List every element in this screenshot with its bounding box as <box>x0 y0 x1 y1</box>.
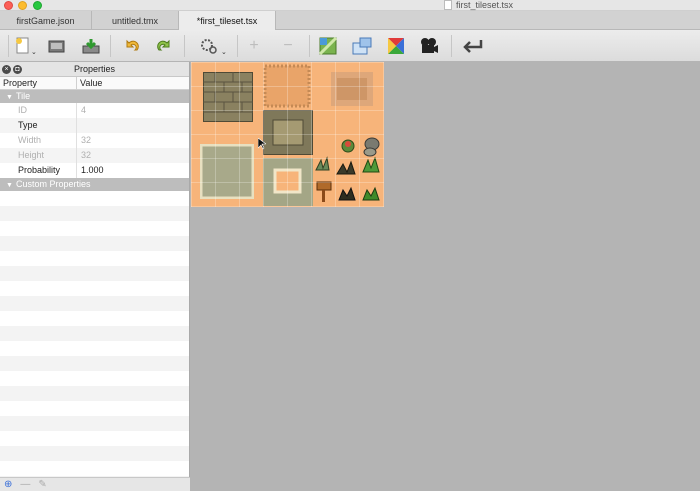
properties-column-headers: Property Value <box>0 77 189 90</box>
toolbar-separator <box>309 35 310 57</box>
toolbar-separator <box>110 35 111 57</box>
new-document-icon[interactable] <box>13 36 33 56</box>
edit-wang-sets-icon[interactable] <box>386 36 406 56</box>
edit-collision-icon[interactable] <box>352 36 372 56</box>
properties-panel-footer: ⊕ — ✎ <box>0 477 190 491</box>
toolbar: ⌄ ⌄ + − <box>0 30 700 62</box>
tile-group-label: Tile <box>16 91 31 101</box>
document-icon <box>444 0 452 10</box>
value-column-header[interactable]: Value <box>77 77 102 90</box>
custom-properties-list[interactable] <box>0 191 189 481</box>
tab-bar: firstGame.json untitled.tmx *first_tiles… <box>0 11 700 30</box>
tab-first-tileset-tsx[interactable]: *first_tileset.tsx <box>179 11 276 30</box>
window-title-text: first_tileset.tsx <box>456 0 514 10</box>
toolbar-separator <box>184 35 185 57</box>
save-icon[interactable] <box>81 36 101 56</box>
property-key: ID <box>0 103 77 118</box>
new-dropdown-icon[interactable]: ⌄ <box>31 48 37 56</box>
add-tiles-icon[interactable]: + <box>244 36 264 56</box>
property-row-width[interactable]: Width 32 <box>0 133 189 148</box>
open-icon[interactable] <box>47 36 67 56</box>
property-key: Width <box>0 133 77 148</box>
edit-terrain-icon[interactable] <box>318 36 338 56</box>
property-value: 32 <box>81 135 92 145</box>
toolbar-separator <box>8 35 9 57</box>
property-key: Height <box>0 148 77 163</box>
custom-properties-group-header[interactable]: ▼ Custom Properties <box>0 178 189 191</box>
tileset-view[interactable] <box>191 62 384 207</box>
tileset-properties-dropdown-icon[interactable]: ⌄ <box>221 48 227 56</box>
tab-firstgame-json[interactable]: firstGame.json <box>0 11 92 30</box>
remove-tiles-icon[interactable]: − <box>278 36 298 56</box>
zoom-window-button[interactable] <box>33 1 42 10</box>
close-window-button[interactable] <box>4 1 13 10</box>
animation-editor-icon[interactable] <box>419 36 439 56</box>
redo-icon[interactable] <box>154 36 174 56</box>
properties-panel: × ◘ Properties Property Value ▼ Tile ID 4… <box>0 62 190 491</box>
tile-grid <box>191 62 384 207</box>
property-row-height[interactable]: Height 32 <box>0 148 189 163</box>
remove-property-icon[interactable]: — <box>20 479 30 490</box>
add-property-icon[interactable]: ⊕ <box>4 479 12 490</box>
rename-property-icon[interactable]: ✎ <box>38 479 46 490</box>
toolbar-separator <box>451 35 452 57</box>
property-row-id[interactable]: ID 4 <box>0 103 189 118</box>
property-value-field[interactable]: 1.000 <box>77 163 189 178</box>
properties-panel-header: × ◘ Properties <box>0 62 189 77</box>
dynamic-wrapping-icon[interactable] <box>460 36 486 56</box>
tab-bar-empty-space <box>276 11 700 29</box>
property-value-field[interactable] <box>77 118 189 133</box>
toolbar-separator <box>237 35 238 57</box>
property-column-header[interactable]: Property <box>0 77 77 90</box>
title-bar: first_tileset.tsx <box>0 0 700 11</box>
property-row-type[interactable]: Type <box>0 118 189 133</box>
property-key: Probability <box>0 163 77 178</box>
tile-group-header[interactable]: ▼ Tile <box>0 90 189 103</box>
custom-properties-label: Custom Properties <box>16 179 91 189</box>
property-value: 32 <box>81 150 92 160</box>
properties-panel-title: Properties <box>73 64 116 74</box>
tileset-properties-icon[interactable] <box>199 36 219 56</box>
property-value: 4 <box>81 105 87 115</box>
tab-untitled-tmx[interactable]: untitled.tmx <box>92 11 179 30</box>
window-title: first_tileset.tsx <box>444 0 513 10</box>
undo-icon[interactable] <box>122 36 142 56</box>
minimize-window-button[interactable] <box>18 1 27 10</box>
property-rows: ID 4 Type Width 32 Height 32 Probability… <box>0 103 189 178</box>
collapse-triangle-icon[interactable]: ▼ <box>6 179 16 192</box>
property-row-probability[interactable]: Probability 1.000 <box>0 163 189 178</box>
property-key: Type <box>0 118 77 133</box>
mouse-cursor-icon <box>258 138 266 150</box>
